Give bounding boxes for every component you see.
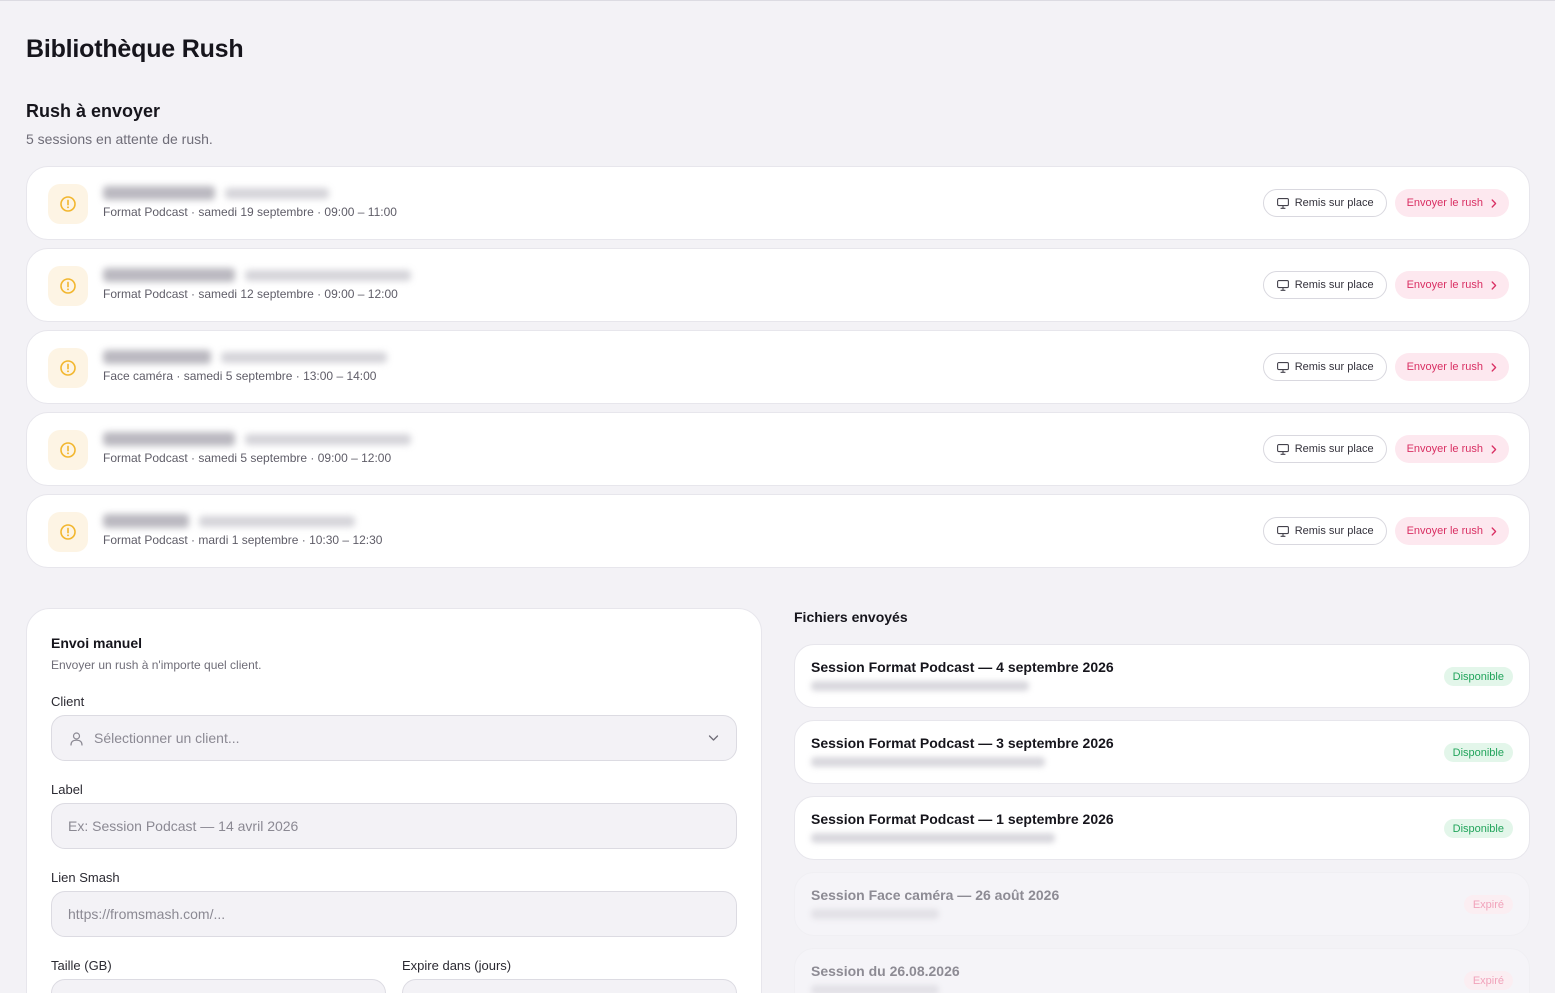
send-rush-button[interactable]: Envoyer le rush <box>1394 271 1509 299</box>
sent-file-row[interactable]: Session Format Podcast — 4 septembre 202… <box>794 644 1530 708</box>
manual-send-subtitle: Envoyer un rush à n'importe quel client. <box>51 658 262 672</box>
alert-circle-icon <box>48 266 88 306</box>
label-field-label: Label <box>51 782 83 797</box>
sent-file-name: Session Format Podcast — 3 septembre 202… <box>811 735 1114 751</box>
status-badge: Expiré <box>1463 895 1513 914</box>
send-rush-button[interactable]: Envoyer le rush <box>1394 353 1509 381</box>
top-border <box>0 0 1555 1</box>
redacted-file-details <box>811 909 939 919</box>
user-icon <box>70 732 83 746</box>
client-select-placeholder: Sélectionner un client... <box>94 730 240 746</box>
sent-file-row[interactable]: Session Format Podcast — 3 septembre 202… <box>794 720 1530 784</box>
smash-link-label: Lien Smash <box>51 870 120 885</box>
client-label: Client <box>51 694 85 709</box>
expire-label: Expire dans (jours) <box>402 958 512 973</box>
size-label: Taille (GB) <box>51 958 112 973</box>
smash-link-input[interactable]: https://fromsmash.com/... <box>51 891 737 937</box>
send-rush-label: Envoyer le rush <box>1406 279 1483 291</box>
pending-section-title: Rush à envoyer <box>26 101 161 121</box>
status-badge: Disponible <box>1443 819 1513 838</box>
pending-session-row: Format Podcast · samedi 5 septembre · 09… <box>26 412 1530 486</box>
monitor-icon <box>1276 361 1289 373</box>
pending-session-row: Format Podcast · mardi 1 septembre · 10:… <box>26 494 1530 568</box>
handed-on-site-button[interactable]: Remis sur place <box>1262 517 1387 545</box>
pending-session-row: Face caméra · samedi 5 septembre · 13:00… <box>26 330 1530 404</box>
session-meta: Face caméra · samedi 5 septembre · 13:00… <box>103 369 377 383</box>
send-rush-label: Envoyer le rush <box>1406 525 1483 537</box>
redacted-client-info <box>103 184 397 202</box>
client-select[interactable]: Sélectionner un client... <box>51 715 737 761</box>
monitor-icon <box>1276 525 1289 537</box>
alert-circle-icon <box>48 430 88 470</box>
sent-file-row[interactable]: Session Face caméra — 26 août 2026 Expir… <box>794 872 1530 936</box>
send-rush-label: Envoyer le rush <box>1406 443 1483 455</box>
manual-send-title: Envoi manuel <box>51 635 143 651</box>
smash-link-placeholder: https://fromsmash.com/... <box>68 906 226 922</box>
handed-on-site-button[interactable]: Remis sur place <box>1262 353 1387 381</box>
chevron-right-icon <box>1491 362 1497 372</box>
redacted-file-details <box>811 833 1055 843</box>
pending-sessions-list: Format Podcast · samedi 19 septembre · 0… <box>26 166 1530 576</box>
manual-send-card: Envoi manuel Envoyer un rush à n'importe… <box>26 608 762 993</box>
pending-section-subtitle: 5 sessions en attente de rush. <box>26 131 213 147</box>
handed-on-site-label: Remis sur place <box>1294 361 1374 373</box>
page-title: Bibliothèque Rush <box>26 35 244 63</box>
send-rush-button[interactable]: Envoyer le rush <box>1394 435 1509 463</box>
redacted-file-details <box>811 985 939 993</box>
sent-file-row[interactable]: Session du 26.08.2026 Expiré <box>794 948 1530 993</box>
status-badge: Disponible <box>1443 667 1513 686</box>
pending-session-row: Format Podcast · samedi 19 septembre · 0… <box>26 166 1530 240</box>
status-badge: Disponible <box>1443 743 1513 762</box>
label-input-placeholder: Ex: Session Podcast — 14 avril 2026 <box>68 818 299 834</box>
session-meta: Format Podcast · mardi 1 septembre · 10:… <box>103 533 383 547</box>
send-rush-button[interactable]: Envoyer le rush <box>1394 189 1509 217</box>
redacted-client-info <box>103 512 382 530</box>
handed-on-site-label: Remis sur place <box>1294 279 1374 291</box>
redacted-client-info <box>103 430 411 448</box>
alert-circle-icon <box>48 348 88 388</box>
send-rush-label: Envoyer le rush <box>1406 361 1483 373</box>
send-rush-button[interactable]: Envoyer le rush <box>1394 517 1509 545</box>
alert-circle-icon <box>48 512 88 552</box>
monitor-icon <box>1276 443 1289 455</box>
sent-file-name: Session Format Podcast — 1 septembre 202… <box>811 811 1114 827</box>
sent-files-list: Session Format Podcast — 4 septembre 202… <box>794 644 1530 993</box>
sent-file-row[interactable]: Session Format Podcast — 1 septembre 202… <box>794 796 1530 860</box>
redacted-file-details <box>811 681 1029 691</box>
monitor-icon <box>1276 197 1289 209</box>
expire-input[interactable] <box>402 979 737 993</box>
sent-files-title: Fichiers envoyés <box>794 609 908 625</box>
handed-on-site-label: Remis sur place <box>1294 525 1374 537</box>
chevron-right-icon <box>1491 526 1497 536</box>
redacted-file-details <box>811 757 1045 767</box>
redacted-client-info <box>103 266 411 284</box>
monitor-icon <box>1276 279 1289 291</box>
handed-on-site-label: Remis sur place <box>1294 197 1374 209</box>
chevron-right-icon <box>1491 444 1497 454</box>
sent-file-name: Session du 26.08.2026 <box>811 963 960 979</box>
handed-on-site-button[interactable]: Remis sur place <box>1262 271 1387 299</box>
sent-file-name: Session Face caméra — 26 août 2026 <box>811 887 1060 903</box>
session-meta: Format Podcast · samedi 5 septembre · 09… <box>103 451 392 465</box>
sent-file-name: Session Format Podcast — 4 septembre 202… <box>811 659 1114 675</box>
session-meta: Format Podcast · samedi 12 septembre · 0… <box>103 287 398 301</box>
redacted-client-info <box>103 348 387 366</box>
handed-on-site-label: Remis sur place <box>1294 443 1374 455</box>
size-input[interactable] <box>51 979 386 993</box>
pending-session-row: Format Podcast · samedi 12 septembre · 0… <box>26 248 1530 322</box>
label-input[interactable]: Ex: Session Podcast — 14 avril 2026 <box>51 803 737 849</box>
chevron-down-icon <box>708 735 719 741</box>
alert-circle-icon <box>48 184 88 224</box>
handed-on-site-button[interactable]: Remis sur place <box>1262 435 1387 463</box>
chevron-right-icon <box>1491 280 1497 290</box>
handed-on-site-button[interactable]: Remis sur place <box>1262 189 1387 217</box>
chevron-right-icon <box>1491 198 1497 208</box>
send-rush-label: Envoyer le rush <box>1406 197 1483 209</box>
session-meta: Format Podcast · samedi 19 septembre · 0… <box>103 205 397 219</box>
status-badge: Expiré <box>1463 971 1513 990</box>
